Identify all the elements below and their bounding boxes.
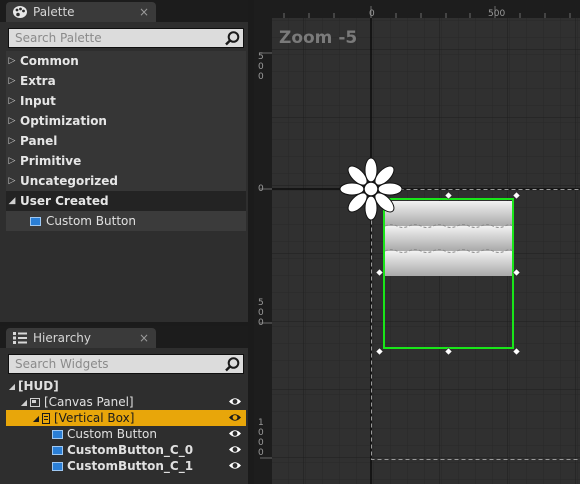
palette-search-input[interactable] (9, 29, 221, 47)
palette-item-custom-button[interactable]: Custom Button (6, 211, 246, 231)
hierarchy-tab-label: Hierarchy (33, 331, 92, 345)
hierarchy-tabstrip: Hierarchy × (0, 326, 248, 348)
zoom-label: Zoom -5 (279, 28, 358, 48)
hierarchy-tab[interactable]: Hierarchy × (6, 328, 156, 348)
category-optimization[interactable]: ▷ Optimization (6, 111, 246, 131)
palette-tab[interactable]: Palette × (6, 2, 156, 22)
collapse-arrow-icon: ◢ (20, 397, 28, 407)
ruler-digit: 0 (258, 62, 264, 72)
category-label: Optimization (20, 114, 107, 128)
category-input[interactable]: ▷ Input (6, 91, 246, 111)
expand-arrow-icon: ▷ (8, 56, 16, 66)
ruler-label: 0 (369, 9, 375, 19)
palette-tabstrip: Palette × (0, 0, 248, 22)
ruler-label-500-upper: 5 0 0 (258, 52, 268, 82)
collapse-arrow-icon: ◢ (8, 381, 16, 391)
widget-icon (30, 216, 41, 226)
tree-item-custom-button[interactable]: Custom Button (6, 426, 246, 442)
palette-tab-label: Palette (33, 5, 75, 19)
ruler-label-1000: 1 0 0 0 (258, 418, 268, 458)
tree-item-label: Custom Button (67, 427, 157, 441)
canvas-panel-icon (30, 397, 40, 407)
designer-canvas[interactable]: 0 500 5 0 0 0 5 0 0 1 0 0 0 Zoom -5 (254, 0, 580, 484)
category-primitive[interactable]: ▷ Primitive (6, 151, 246, 171)
tree-item-vertical-box[interactable]: ◢ [Vertical Box] (6, 410, 246, 426)
ruler-label-500-lower: 5 0 0 (258, 298, 268, 328)
tree-item-label: [Canvas Panel] (44, 395, 134, 409)
ruler-digit: 5 (258, 52, 264, 62)
category-label: Common (20, 54, 79, 68)
palette-panel: Palette × ▷ Common ▷ Extra ▷ Input ▷ Opt… (0, 0, 248, 322)
hierarchy-search (8, 354, 244, 374)
widget-icon (52, 429, 63, 439)
ruler-label: 500 (488, 9, 506, 19)
visibility-eye-icon[interactable] (228, 444, 242, 455)
ruler-label-0: 0 (258, 184, 268, 194)
visibility-eye-icon[interactable] (228, 428, 242, 439)
category-label: Uncategorized (20, 174, 118, 188)
category-uncategorized[interactable]: ▷ Uncategorized (6, 171, 246, 191)
canvas-custom-button[interactable] (385, 201, 512, 226)
expand-arrow-icon: ▷ (8, 96, 16, 106)
widget-icon (52, 461, 63, 471)
palette-item-label: Custom Button (46, 214, 136, 228)
ruler-top: 0 500 (254, 0, 580, 19)
category-common[interactable]: ▷ Common (6, 51, 246, 71)
widget-icon (52, 445, 63, 455)
anchor-icon[interactable] (338, 156, 404, 222)
canvas-grid (254, 0, 580, 484)
tree-item-label: [HUD] (18, 379, 59, 393)
collapse-arrow-icon: ◢ (8, 196, 16, 206)
canvas-custombutton-c1[interactable] (385, 251, 512, 276)
hierarchy-close-icon[interactable]: × (136, 331, 152, 345)
hierarchy-search-input[interactable] (9, 355, 221, 373)
ruler-digit: 0 (258, 308, 264, 318)
palette-icon (12, 5, 28, 19)
category-extra[interactable]: ▷ Extra (6, 71, 246, 91)
ruler-digit: 1 (258, 418, 264, 428)
visibility-eye-icon[interactable] (228, 460, 242, 471)
ruler-digit: 0 (258, 428, 264, 438)
category-label: Primitive (20, 154, 82, 168)
ruler-digit: 0 (258, 72, 264, 82)
visibility-eye-icon[interactable] (228, 412, 242, 423)
hierarchy-panel: Hierarchy × ◢ [HUD] ◢ [Canvas Panel] ◢ (0, 326, 248, 484)
ruler-digit: 0 (258, 448, 264, 458)
search-icon[interactable] (224, 356, 241, 373)
tree-item-hud[interactable]: ◢ [HUD] (6, 378, 246, 394)
expand-arrow-icon: ▷ (8, 176, 16, 186)
category-panel[interactable]: ▷ Panel (6, 131, 246, 151)
category-label: Input (20, 94, 56, 108)
hierarchy-icon (12, 331, 28, 345)
palette-search (8, 28, 244, 48)
tree-item-custombutton-c0[interactable]: CustomButton_C_0 (6, 442, 246, 458)
vertical-box-icon (42, 412, 50, 424)
palette-close-icon[interactable]: × (136, 5, 152, 19)
category-label: Panel (20, 134, 58, 148)
category-label: User Created (20, 194, 109, 208)
ruler-corner (254, 0, 272, 18)
tree-item-label: CustomButton_C_1 (67, 459, 194, 473)
tree-item-canvas-panel[interactable]: ◢ [Canvas Panel] (6, 394, 246, 410)
expand-arrow-icon: ▷ (8, 156, 16, 166)
visibility-eye-icon[interactable] (228, 396, 242, 407)
expand-arrow-icon: ▷ (8, 136, 16, 146)
ruler-digit: 5 (258, 298, 264, 308)
canvas-custombutton-c0[interactable] (385, 226, 512, 251)
ruler-digit: 0 (258, 184, 264, 194)
tree-item-label: [Vertical Box] (54, 411, 135, 425)
ruler-digit: 0 (258, 438, 264, 448)
expand-arrow-icon: ▷ (8, 76, 16, 86)
expand-arrow-icon: ▷ (8, 116, 16, 126)
search-icon[interactable] (224, 30, 241, 47)
collapse-arrow-icon: ◢ (32, 413, 40, 423)
category-label: Extra (20, 74, 56, 88)
category-user-created[interactable]: ◢ User Created (6, 191, 246, 211)
tree-item-label: CustomButton_C_0 (67, 443, 194, 457)
tree-item-custombutton-c1[interactable]: CustomButton_C_1 (6, 458, 246, 474)
ruler-digit: 0 (258, 318, 264, 328)
ruler-left: 5 0 0 0 5 0 0 1 0 0 0 (254, 18, 272, 484)
